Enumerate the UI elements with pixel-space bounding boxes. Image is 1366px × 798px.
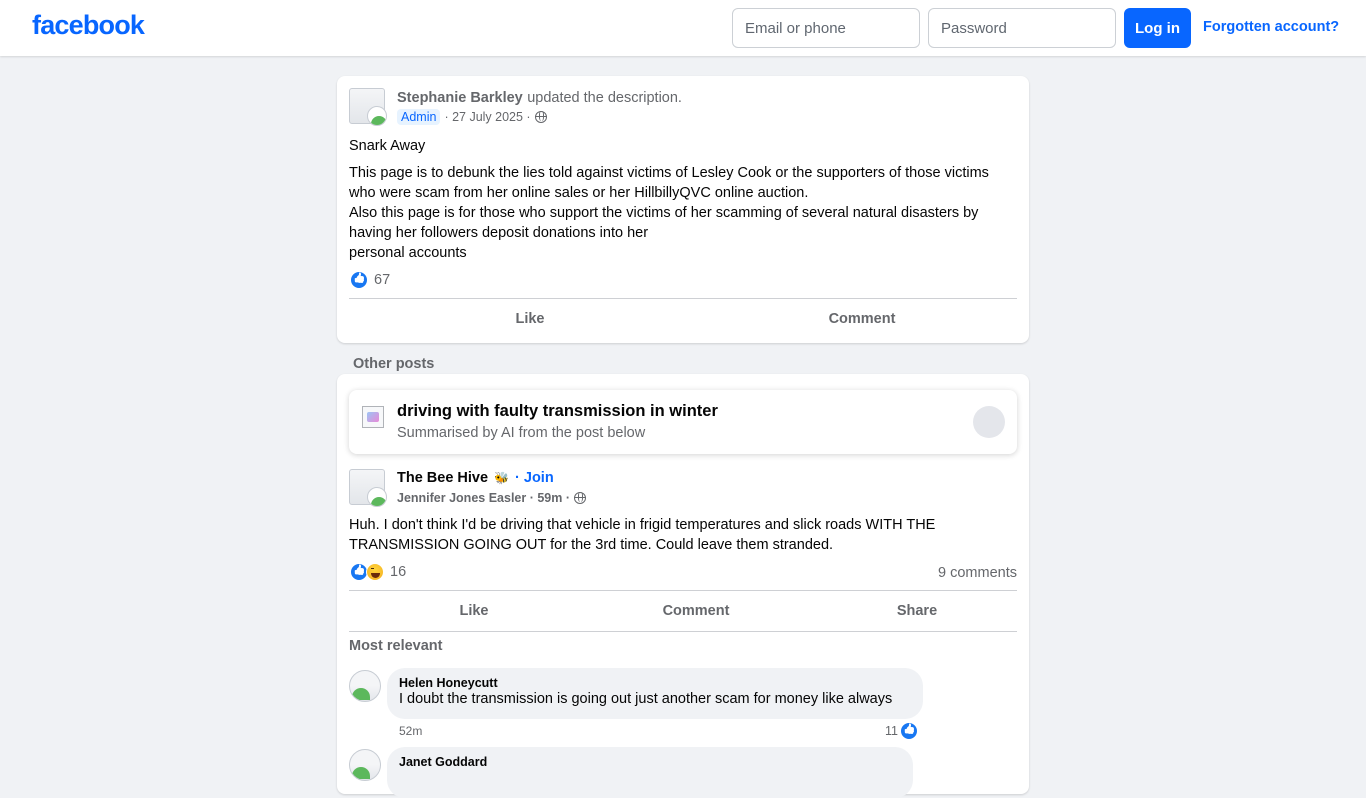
ai-summary-thumbnail-icon <box>362 406 384 428</box>
divider <box>349 298 1017 299</box>
reaction-count: 67 <box>374 272 391 288</box>
post-meta: Admin · 27 July 2025 · <box>397 109 547 125</box>
share-button[interactable]: Share <box>807 603 1027 619</box>
post-action-text: updated the description. <box>527 90 682 106</box>
group-header: The Bee Hive 🐝 · Join <box>397 470 554 486</box>
forgotten-account-link[interactable]: Forgotten account? <box>1203 19 1339 35</box>
comment-bubble: Helen Honeycutt I doubt the transmission… <box>387 668 923 719</box>
bee-icon: 🐝 <box>494 471 510 485</box>
comment-reactions[interactable]: 11 <box>885 722 918 740</box>
ai-summary-subtitle: Summarised by AI from the post below <box>397 425 646 441</box>
page-avatar[interactable] <box>349 88 387 126</box>
comment-text: I doubt the transmission is going out ju… <box>399 691 893 707</box>
comment-button[interactable]: Comment <box>711 311 1013 327</box>
group-avatar[interactable] <box>349 469 387 507</box>
post-body: This page is to debunk the lies told aga… <box>349 163 1019 263</box>
ai-summary-title: driving with faulty transmission in wint… <box>397 402 718 420</box>
post-header: Stephanie Barkley updated the descriptio… <box>397 89 682 107</box>
commenter-avatar[interactable] <box>349 749 381 781</box>
comment-bubble: Janet Goddard <box>387 747 913 798</box>
other-post-card: driving with faulty transmission in wint… <box>337 374 1029 798</box>
reactions-summary[interactable]: 16 <box>350 563 406 581</box>
like-reaction-icon <box>350 271 368 289</box>
password-field[interactable] <box>928 8 1116 48</box>
profile-badge-icon <box>367 487 387 507</box>
globe-icon <box>534 111 547 123</box>
comment-author[interactable]: Helen Honeycutt <box>399 676 911 690</box>
group-name[interactable]: The Bee Hive <box>397 470 488 486</box>
post-body-line: TRANSMISSION GOING OUT for the 3rd time.… <box>349 537 834 553</box>
post-body-line: Huh. I don't think I'd be driving that v… <box>349 517 936 533</box>
profile-badge-icon <box>367 106 387 126</box>
post-body: Huh. I don't think I'd be driving that v… <box>349 515 935 555</box>
like-reaction-icon <box>899 722 918 740</box>
post-meta: Jennifer Jones Easler · 59m · <box>397 491 586 505</box>
other-posts-heading: Other posts <box>353 356 435 372</box>
top-bar: facebook Log in Forgotten account? <box>0 0 1366 56</box>
description-post-card: Stephanie Barkley updated the descriptio… <box>337 76 1029 343</box>
haha-reaction-icon <box>366 563 384 581</box>
join-link[interactable]: · Join <box>515 470 554 486</box>
reactions-summary[interactable]: 67 <box>350 271 390 289</box>
post-body-line: personal accounts <box>349 245 467 261</box>
comment-time[interactable]: 52m <box>399 724 422 738</box>
commenter-avatar[interactable] <box>349 670 381 702</box>
more-options-button[interactable] <box>973 406 1005 438</box>
like-button[interactable]: Like <box>349 603 599 619</box>
reaction-count: 16 <box>390 564 407 580</box>
like-button[interactable]: Like <box>349 311 711 327</box>
post-title: Snark Away <box>349 138 426 154</box>
comments-count-link[interactable]: 9 comments <box>938 565 1017 581</box>
ai-summary-card[interactable]: driving with faulty transmission in wint… <box>349 390 1017 454</box>
facebook-logo[interactable]: facebook <box>32 10 145 41</box>
divider <box>349 631 1017 632</box>
divider <box>349 590 1017 591</box>
comment-button[interactable]: Comment <box>585 603 807 619</box>
post-body-line: This page is to debunk the lies told aga… <box>349 165 989 181</box>
admin-badge: Admin <box>397 109 441 125</box>
author-name[interactable]: Stephanie Barkley <box>397 90 523 106</box>
post-body-line: who were scam from her online sales or h… <box>349 185 809 201</box>
comment-like-count: 11 <box>885 724 898 738</box>
globe-icon <box>574 492 586 504</box>
post-date[interactable]: · 27 July 2025 · <box>444 110 530 124</box>
comments-filter[interactable]: Most relevant <box>349 638 442 654</box>
post-body-line: having her followers deposit donations i… <box>349 225 649 241</box>
post-body-line: Also this page is for those who support … <box>349 205 979 221</box>
author-meta[interactable]: Jennifer Jones Easler · 59m · <box>397 491 570 505</box>
email-field[interactable] <box>732 8 920 48</box>
login-button[interactable]: Log in <box>1124 8 1191 48</box>
comment-author[interactable]: Janet Goddard <box>399 755 901 769</box>
